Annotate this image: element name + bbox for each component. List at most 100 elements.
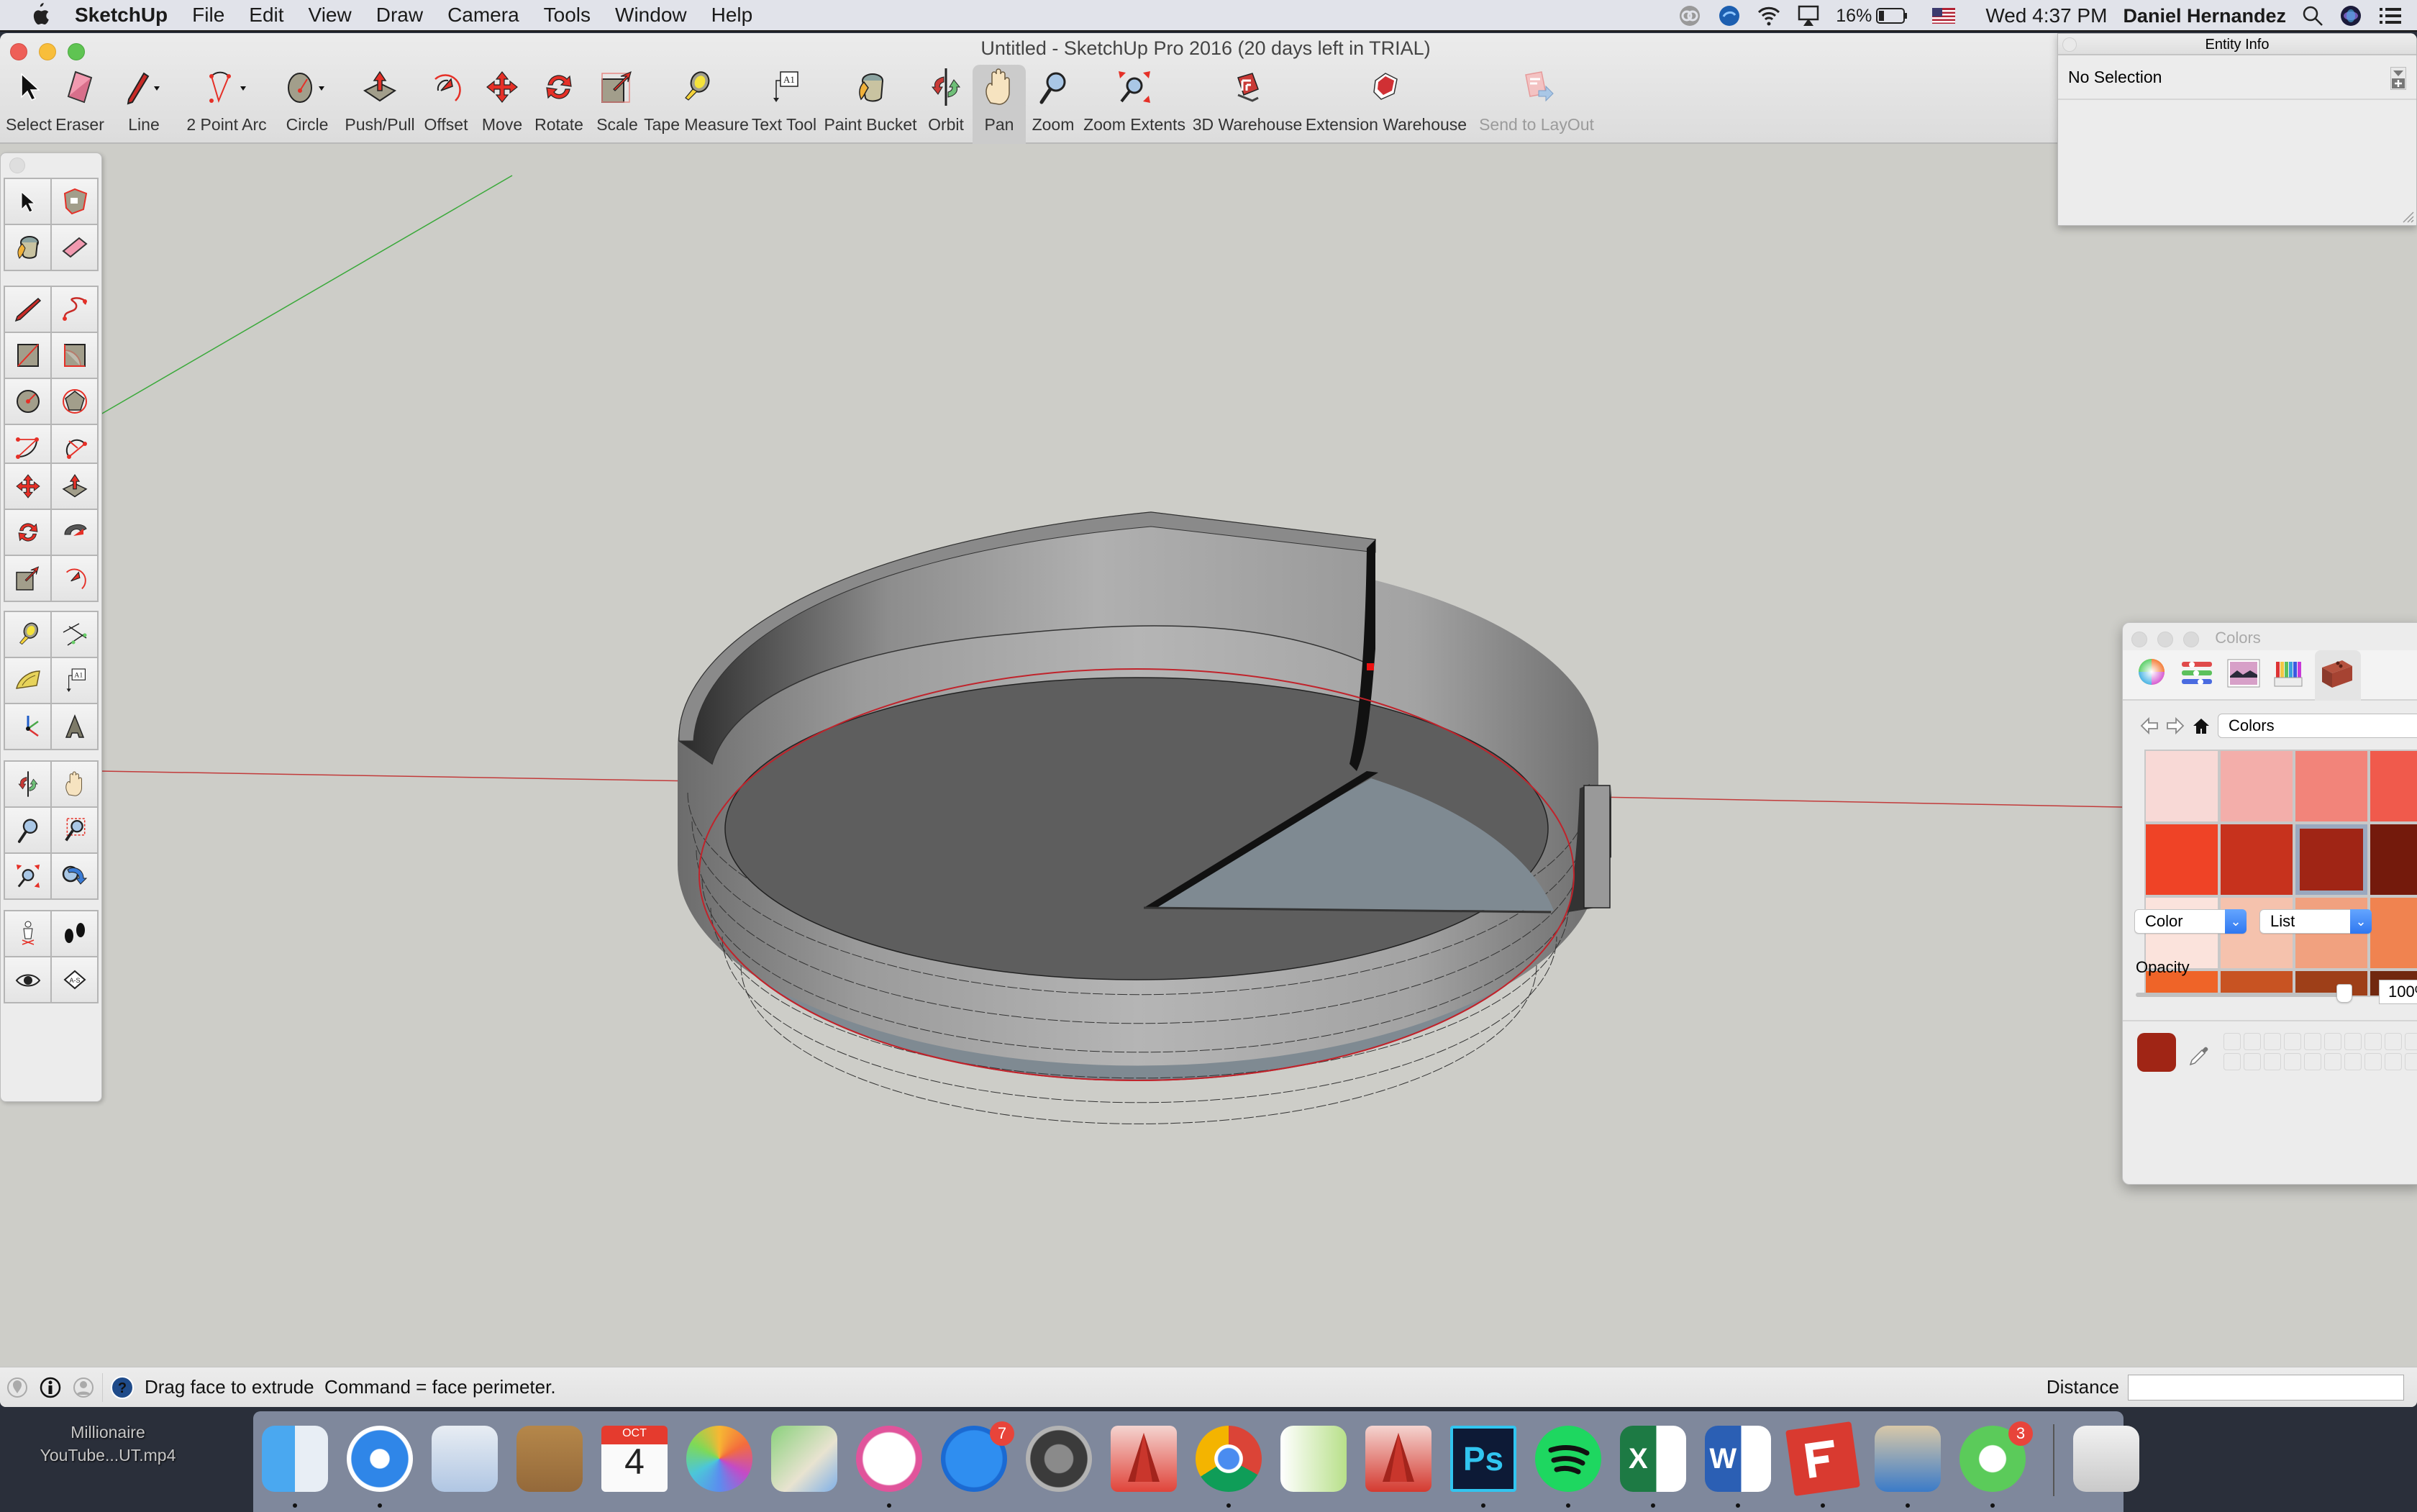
view-mode-select[interactable]: List ⌄ — [2259, 909, 2372, 934]
airplay-icon[interactable] — [1797, 4, 1820, 27]
favorite-color-slot[interactable] — [2405, 1033, 2417, 1050]
palette-follow-me[interactable] — [52, 510, 97, 555]
tool-offset[interactable]: Offset — [417, 65, 475, 144]
favorite-color-slot[interactable] — [2284, 1033, 2301, 1050]
dock-photos-icon[interactable] — [686, 1426, 752, 1492]
favorite-color-slot[interactable] — [2385, 1033, 2402, 1050]
palette-paint-bucket[interactable] — [5, 225, 50, 270]
palette-push-pull[interactable] — [52, 464, 97, 509]
palette-zoom[interactable] — [5, 808, 50, 852]
palette-text[interactable]: A1 — [52, 658, 97, 703]
opacity-slider[interactable] — [2136, 984, 2352, 1003]
color-swatch[interactable] — [2370, 824, 2417, 895]
menu-draw[interactable]: Draw — [376, 4, 423, 27]
color-sliders-icon[interactable] — [2180, 660, 2213, 686]
palette-name-field[interactable]: Colors — [2218, 714, 2417, 738]
tool-eraser[interactable]: Eraser — [53, 65, 106, 144]
tool-text[interactable]: A1 Text Tool — [747, 65, 821, 144]
creative-cloud-icon[interactable] — [1678, 4, 1702, 28]
dock-word-icon[interactable]: W — [1705, 1426, 1771, 1492]
color-swatch[interactable] — [2221, 751, 2293, 821]
forward-arrow-icon[interactable] — [2166, 716, 2185, 735]
palette-zoom-window[interactable] — [52, 808, 97, 852]
dock-contacts-icon[interactable] — [516, 1426, 583, 1492]
favorite-color-slot[interactable] — [2385, 1053, 2402, 1070]
favorite-color-slot[interactable] — [2344, 1033, 2362, 1050]
dock-finder-icon[interactable] — [262, 1426, 328, 1492]
favorite-color-slot[interactable] — [2364, 1033, 2382, 1050]
palette-circle[interactable] — [5, 379, 50, 424]
palette-make-component[interactable] — [52, 179, 97, 224]
favorite-color-slot[interactable] — [2244, 1053, 2261, 1070]
palette-protractor[interactable] — [5, 658, 50, 703]
palette-3d-text[interactable] — [52, 704, 97, 749]
color-swatch[interactable] — [2221, 824, 2293, 895]
palette-line[interactable] — [5, 287, 50, 332]
palette-zoom-extents[interactable] — [5, 854, 50, 898]
favorite-color-slot[interactable] — [2324, 1033, 2341, 1050]
opacity-slider-thumb[interactable] — [2336, 984, 2352, 1003]
resize-grip-icon[interactable] — [2400, 209, 2415, 224]
palette-walk[interactable] — [52, 911, 97, 956]
palette-pan[interactable] — [52, 762, 97, 806]
favorite-color-slot[interactable] — [2304, 1053, 2321, 1070]
palette-tape-measure[interactable] — [5, 612, 50, 657]
palette-close-button[interactable] — [9, 158, 25, 173]
favorite-color-slot[interactable] — [2264, 1053, 2281, 1070]
dock-mail-icon[interactable] — [432, 1426, 498, 1492]
menu-window[interactable]: Window — [615, 4, 687, 27]
tool-zoom-extents[interactable]: Zoom Extents — [1080, 65, 1188, 144]
model-canvas[interactable] — [0, 145, 2417, 1368]
color-swatch[interactable] — [2146, 824, 2218, 895]
menu-tools[interactable]: Tools — [544, 4, 591, 27]
menu-edit[interactable]: Edit — [249, 4, 283, 27]
favorite-color-slot[interactable] — [2344, 1053, 2362, 1070]
dock-trash-icon[interactable] — [2073, 1426, 2139, 1492]
dock-system-preferences-icon[interactable] — [1026, 1426, 1092, 1492]
palette-orbit[interactable] — [5, 762, 50, 806]
current-color-well[interactable] — [2137, 1033, 2176, 1072]
dock-app-store-icon[interactable]: 7 — [941, 1421, 1014, 1492]
opacity-value-field[interactable]: 100% — [2379, 980, 2417, 1004]
dock-maps-icon[interactable] — [771, 1426, 837, 1492]
back-arrow-icon[interactable] — [2140, 716, 2159, 735]
measurement-input[interactable] — [2128, 1375, 2404, 1401]
tool-3d-warehouse[interactable]: 3D Warehouse — [1188, 65, 1306, 144]
menu-help[interactable]: Help — [711, 4, 753, 27]
dock-autocad-icon[interactable] — [1111, 1426, 1177, 1492]
siri-icon[interactable] — [2339, 4, 2362, 28]
tool-select[interactable]: Select — [4, 65, 53, 144]
sync-app-icon[interactable] — [1718, 4, 1741, 28]
dock-sketchup-icon[interactable] — [1785, 1421, 1860, 1496]
tool-2-point-arc[interactable]: 2 Point Arc — [181, 65, 272, 144]
color-swatch[interactable] — [2146, 751, 2218, 821]
menu-camera[interactable]: Camera — [447, 4, 519, 27]
dock-network-tool-icon[interactable] — [1280, 1426, 1347, 1492]
palette-polygon[interactable] — [52, 379, 97, 424]
dock-calendar-icon[interactable]: OCT 4 — [601, 1426, 668, 1492]
crayons-icon[interactable] — [2274, 657, 2303, 688]
tool-extension-warehouse[interactable]: Extension Warehouse — [1306, 65, 1467, 144]
desktop-file-icon-label[interactable]: Millionaire YouTube...UT.mp4 — [22, 1421, 194, 1467]
entity-info-expand-button[interactable] — [2390, 67, 2406, 90]
dock-photoshop-icon[interactable]: Ps — [1450, 1426, 1516, 1492]
color-palettes-image-icon[interactable] — [2227, 659, 2260, 688]
menu-app-name[interactable]: SketchUp — [75, 4, 168, 27]
modeling-viewport[interactable] — [0, 145, 2417, 1368]
user-name[interactable]: Daniel Hernandez — [2123, 5, 2286, 27]
tool-pan[interactable]: Pan — [973, 65, 1026, 144]
spotlight-search-icon[interactable] — [2302, 5, 2323, 27]
tool-line[interactable]: Line — [106, 65, 181, 144]
credits-info-icon[interactable] — [39, 1376, 62, 1399]
palette-rotate[interactable] — [5, 510, 50, 555]
battery-icon[interactable] — [1876, 8, 1908, 24]
color-swatch[interactable] — [2370, 751, 2417, 821]
favorite-color-slot[interactable] — [2324, 1053, 2341, 1070]
dock-spotify-icon[interactable] — [1535, 1426, 1601, 1492]
dock-preview-icon[interactable] — [1875, 1426, 1941, 1492]
color-swatch[interactable] — [2295, 751, 2367, 821]
palette-select[interactable] — [5, 179, 50, 224]
color-type-select[interactable]: Color ⌄ — [2134, 909, 2247, 934]
favorite-color-slot[interactable] — [2405, 1053, 2417, 1070]
dock-autocad-2-icon[interactable] — [1365, 1426, 1431, 1492]
